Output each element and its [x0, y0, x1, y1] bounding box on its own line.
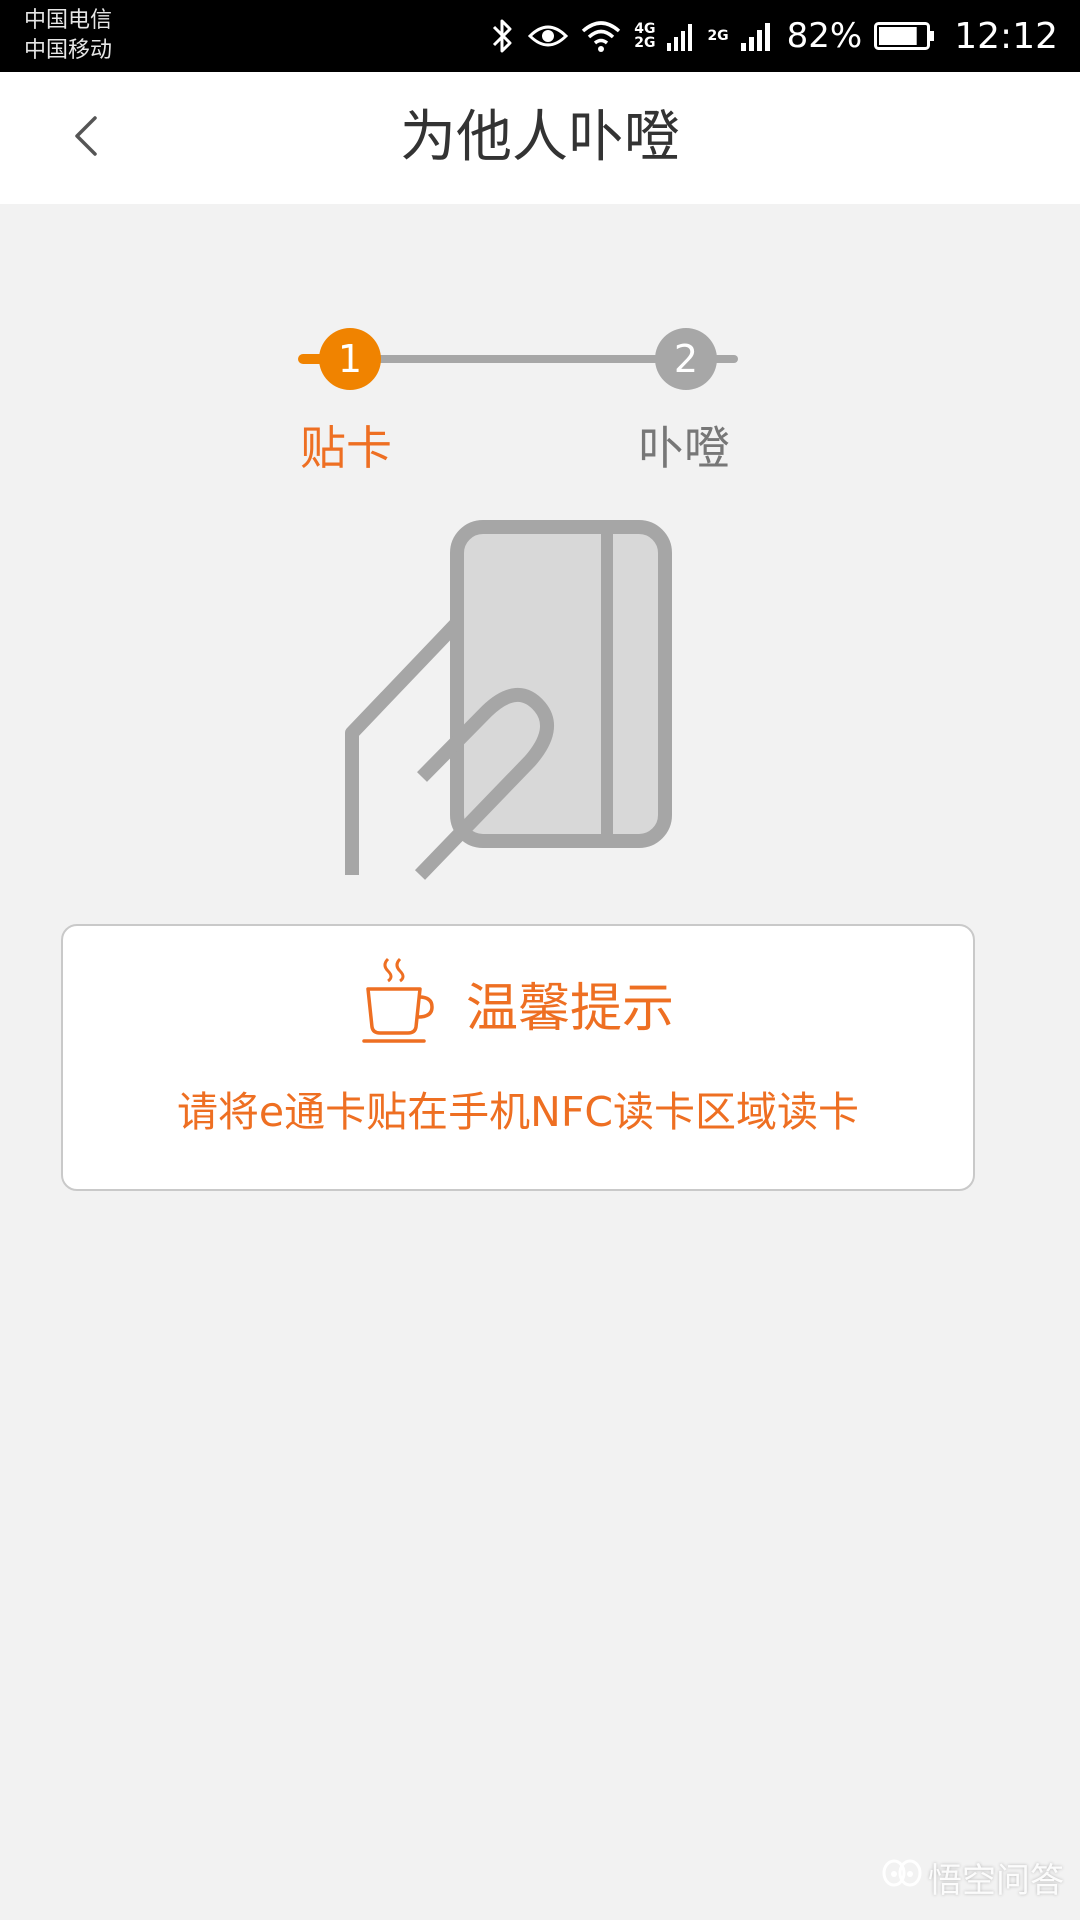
chevron-left-icon [71, 114, 101, 162]
wukong-logo-icon [882, 1856, 922, 1899]
coffee-cup-icon [362, 955, 436, 1051]
back-button[interactable] [50, 102, 122, 174]
tip-title: 温馨提示 [465, 978, 674, 1039]
status-bar: 中国电信 中国移动 4G 2G 2G 82% 12:12 [0, 0, 1080, 72]
status-icons: 4G 2G 2G 82% 12:12 [490, 0, 1058, 72]
app-header: 为他人卟噔 [0, 72, 1080, 204]
carrier-info: 中国电信 中国移动 [24, 6, 112, 66]
wifi-icon [580, 19, 622, 53]
carrier-2: 中国移动 [24, 38, 113, 63]
network-type-1: 4G 2G [634, 21, 656, 51]
bluetooth-icon [490, 17, 516, 55]
battery-icon [874, 21, 936, 51]
tip-card: 温馨提示 请将e通卡贴在手机NFC读卡区域读卡 [61, 924, 975, 1191]
progress-stepper: 1 2 贴卡 卟噔 [0, 320, 1080, 480]
step-1-indicator: 1 [319, 328, 381, 390]
watermark-text: 悟空问答 [928, 1861, 1064, 1901]
signal-icon [667, 21, 695, 51]
page-title: 为他人卟噔 [400, 105, 680, 170]
tip-header: 温馨提示 [63, 957, 973, 1043]
carrier-1: 中国电信 [24, 8, 113, 33]
hand-holding-card-icon [330, 515, 690, 880]
step-1-label: 贴卡 [300, 421, 392, 475]
signal-icon [740, 21, 775, 51]
watermark: 悟空问答 [882, 1853, 1064, 1902]
network-type-2: 2G [707, 28, 729, 44]
eye-icon [528, 21, 569, 51]
battery-percent: 82% [786, 16, 863, 56]
step-2-label: 卟噔 [638, 421, 730, 475]
step-2-indicator: 2 [655, 328, 717, 390]
tip-message: 请将e通卡贴在手机NFC读卡区域读卡 [176, 1088, 860, 1136]
clock: 12:12 [954, 15, 1058, 57]
